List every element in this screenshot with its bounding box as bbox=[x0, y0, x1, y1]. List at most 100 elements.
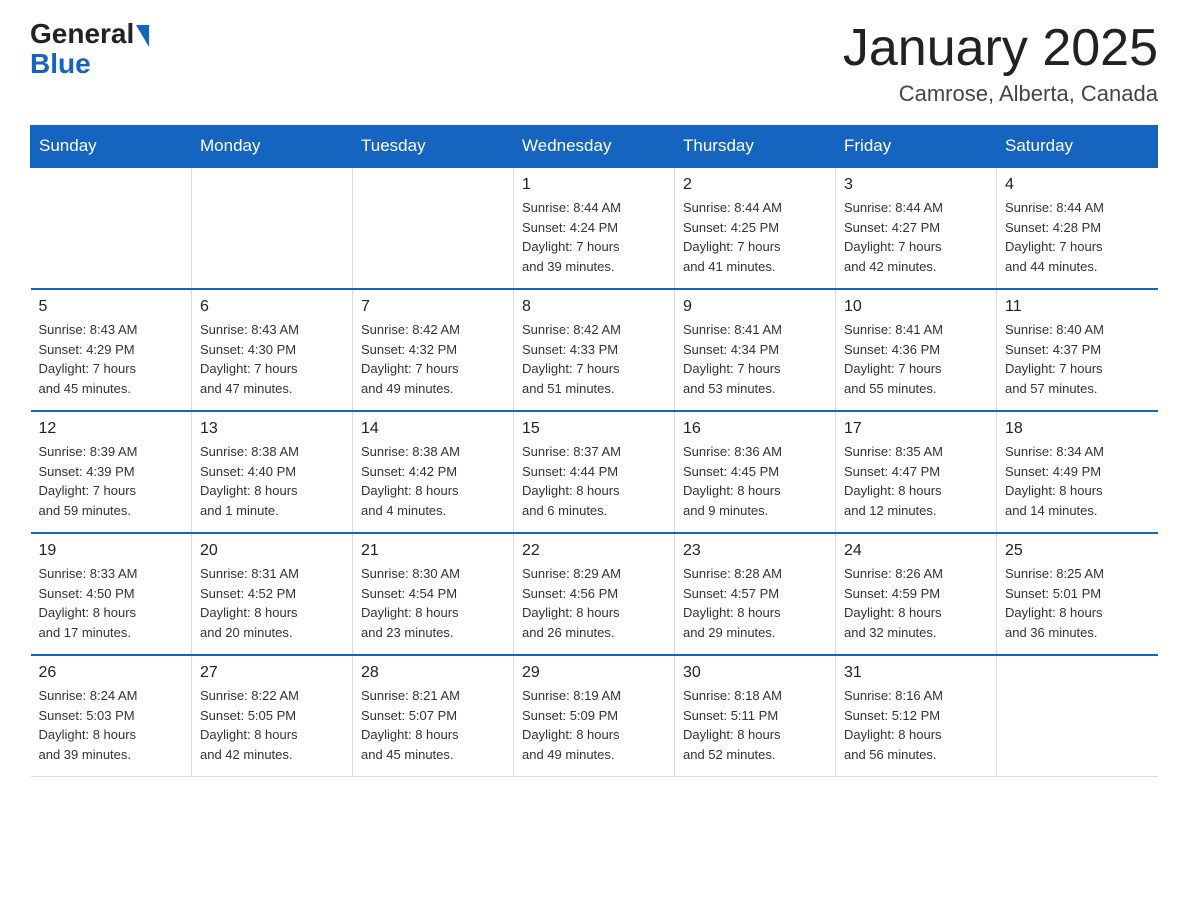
day-info: Sunrise: 8:28 AMSunset: 4:57 PMDaylight:… bbox=[683, 564, 827, 642]
day-number: 8 bbox=[522, 298, 666, 316]
day-number: 4 bbox=[1005, 176, 1150, 194]
day-number: 31 bbox=[844, 664, 988, 682]
day-number: 12 bbox=[39, 420, 184, 438]
calendar-cell: 3 Sunrise: 8:44 AMSunset: 4:27 PMDaylight… bbox=[836, 167, 997, 289]
day-info: Sunrise: 8:31 AMSunset: 4:52 PMDaylight:… bbox=[200, 564, 344, 642]
day-info: Sunrise: 8:16 AMSunset: 5:12 PMDaylight:… bbox=[844, 686, 988, 764]
day-info: Sunrise: 8:38 AMSunset: 4:40 PMDaylight:… bbox=[200, 442, 344, 520]
day-info: Sunrise: 8:41 AMSunset: 4:36 PMDaylight:… bbox=[844, 320, 988, 398]
day-info: Sunrise: 8:43 AMSunset: 4:30 PMDaylight:… bbox=[200, 320, 344, 398]
day-number: 15 bbox=[522, 420, 666, 438]
day-info: Sunrise: 8:41 AMSunset: 4:34 PMDaylight:… bbox=[683, 320, 827, 398]
calendar-cell: 23 Sunrise: 8:28 AMSunset: 4:57 PMDayligh… bbox=[675, 533, 836, 655]
calendar-week-1: 1 Sunrise: 8:44 AMSunset: 4:24 PMDaylight… bbox=[31, 167, 1158, 289]
month-title: January 2025 bbox=[843, 20, 1158, 77]
title-section: January 2025 Camrose, Alberta, Canada bbox=[843, 20, 1158, 107]
calendar-header-friday: Friday bbox=[836, 126, 997, 168]
day-info: Sunrise: 8:38 AMSunset: 4:42 PMDaylight:… bbox=[361, 442, 505, 520]
day-info: Sunrise: 8:43 AMSunset: 4:29 PMDaylight:… bbox=[39, 320, 184, 398]
calendar-cell: 9 Sunrise: 8:41 AMSunset: 4:34 PMDaylight… bbox=[675, 289, 836, 411]
day-number: 6 bbox=[200, 298, 344, 316]
day-number: 5 bbox=[39, 298, 184, 316]
day-number: 10 bbox=[844, 298, 988, 316]
calendar-header-sunday: Sunday bbox=[31, 126, 192, 168]
logo-general-text: General bbox=[30, 20, 134, 48]
day-info: Sunrise: 8:39 AMSunset: 4:39 PMDaylight:… bbox=[39, 442, 184, 520]
calendar-cell: 11 Sunrise: 8:40 AMSunset: 4:37 PMDayligh… bbox=[997, 289, 1158, 411]
day-number: 3 bbox=[844, 176, 988, 194]
day-info: Sunrise: 8:36 AMSunset: 4:45 PMDaylight:… bbox=[683, 442, 827, 520]
calendar-cell: 27Sunrise: 8:22 AMSunset: 5:05 PMDayligh… bbox=[192, 655, 353, 777]
calendar-week-5: 26 Sunrise: 8:24 AMSunset: 5:03 PMDayligh… bbox=[31, 655, 1158, 777]
calendar-cell: 25 Sunrise: 8:25 AMSunset: 5:01 PMDayligh… bbox=[997, 533, 1158, 655]
calendar-cell: 19Sunrise: 8:33 AMSunset: 4:50 PMDayligh… bbox=[31, 533, 192, 655]
day-info: Sunrise: 8:30 AMSunset: 4:54 PMDaylight:… bbox=[361, 564, 505, 642]
calendar-cell: 17 Sunrise: 8:35 AMSunset: 4:47 PMDayligh… bbox=[836, 411, 997, 533]
day-number: 28 bbox=[361, 664, 505, 682]
day-number: 26 bbox=[39, 664, 184, 682]
day-number: 27 bbox=[200, 664, 344, 682]
calendar-cell: 2 Sunrise: 8:44 AMSunset: 4:25 PMDaylight… bbox=[675, 167, 836, 289]
day-info: Sunrise: 8:42 AMSunset: 4:33 PMDaylight:… bbox=[522, 320, 666, 398]
calendar-cell: 29Sunrise: 8:19 AMSunset: 5:09 PMDayligh… bbox=[514, 655, 675, 777]
day-info: Sunrise: 8:44 AMSunset: 4:27 PMDaylight:… bbox=[844, 198, 988, 276]
calendar-header-row: SundayMondayTuesdayWednesdayThursdayFrid… bbox=[31, 126, 1158, 168]
calendar-cell: 12 Sunrise: 8:39 AMSunset: 4:39 PMDayligh… bbox=[31, 411, 192, 533]
calendar-cell: 7 Sunrise: 8:42 AMSunset: 4:32 PMDaylight… bbox=[353, 289, 514, 411]
day-number: 1 bbox=[522, 176, 666, 194]
day-info: Sunrise: 8:25 AMSunset: 5:01 PMDaylight:… bbox=[1005, 564, 1150, 642]
day-info: Sunrise: 8:34 AMSunset: 4:49 PMDaylight:… bbox=[1005, 442, 1150, 520]
day-info: Sunrise: 8:29 AMSunset: 4:56 PMDaylight:… bbox=[522, 564, 666, 642]
day-number: 9 bbox=[683, 298, 827, 316]
day-info: Sunrise: 8:44 AMSunset: 4:25 PMDaylight:… bbox=[683, 198, 827, 276]
calendar-header-wednesday: Wednesday bbox=[514, 126, 675, 168]
day-info: Sunrise: 8:33 AMSunset: 4:50 PMDaylight:… bbox=[39, 564, 184, 642]
calendar-cell bbox=[353, 167, 514, 289]
day-info: Sunrise: 8:24 AMSunset: 5:03 PMDaylight:… bbox=[39, 686, 184, 764]
day-info: Sunrise: 8:37 AMSunset: 4:44 PMDaylight:… bbox=[522, 442, 666, 520]
calendar-cell: 18 Sunrise: 8:34 AMSunset: 4:49 PMDayligh… bbox=[997, 411, 1158, 533]
calendar-cell: 10 Sunrise: 8:41 AMSunset: 4:36 PMDayligh… bbox=[836, 289, 997, 411]
calendar-cell: 15 Sunrise: 8:37 AMSunset: 4:44 PMDayligh… bbox=[514, 411, 675, 533]
calendar-cell: 22Sunrise: 8:29 AMSunset: 4:56 PMDayligh… bbox=[514, 533, 675, 655]
day-number: 25 bbox=[1005, 542, 1150, 560]
day-info: Sunrise: 8:42 AMSunset: 4:32 PMDaylight:… bbox=[361, 320, 505, 398]
day-number: 18 bbox=[1005, 420, 1150, 438]
day-number: 21 bbox=[361, 542, 505, 560]
day-info: Sunrise: 8:26 AMSunset: 4:59 PMDaylight:… bbox=[844, 564, 988, 642]
logo: General Blue bbox=[30, 20, 151, 80]
day-number: 13 bbox=[200, 420, 344, 438]
calendar-cell: 20Sunrise: 8:31 AMSunset: 4:52 PMDayligh… bbox=[192, 533, 353, 655]
day-number: 30 bbox=[683, 664, 827, 682]
calendar-cell: 4 Sunrise: 8:44 AMSunset: 4:28 PMDaylight… bbox=[997, 167, 1158, 289]
day-number: 2 bbox=[683, 176, 827, 194]
day-number: 23 bbox=[683, 542, 827, 560]
day-number: 17 bbox=[844, 420, 988, 438]
location-text: Camrose, Alberta, Canada bbox=[843, 81, 1158, 107]
logo-blue-text: Blue bbox=[30, 48, 91, 79]
calendar-cell: 13 Sunrise: 8:38 AMSunset: 4:40 PMDayligh… bbox=[192, 411, 353, 533]
day-number: 7 bbox=[361, 298, 505, 316]
calendar-cell: 14 Sunrise: 8:38 AMSunset: 4:42 PMDayligh… bbox=[353, 411, 514, 533]
calendar-week-4: 19Sunrise: 8:33 AMSunset: 4:50 PMDayligh… bbox=[31, 533, 1158, 655]
day-info: Sunrise: 8:44 AMSunset: 4:24 PMDaylight:… bbox=[522, 198, 666, 276]
calendar-cell: 5 Sunrise: 8:43 AMSunset: 4:29 PMDaylight… bbox=[31, 289, 192, 411]
day-info: Sunrise: 8:44 AMSunset: 4:28 PMDaylight:… bbox=[1005, 198, 1150, 276]
calendar-table: SundayMondayTuesdayWednesdayThursdayFrid… bbox=[30, 125, 1158, 777]
calendar-header-monday: Monday bbox=[192, 126, 353, 168]
day-info: Sunrise: 8:19 AMSunset: 5:09 PMDaylight:… bbox=[522, 686, 666, 764]
day-info: Sunrise: 8:35 AMSunset: 4:47 PMDaylight:… bbox=[844, 442, 988, 520]
calendar-header-saturday: Saturday bbox=[997, 126, 1158, 168]
calendar-cell: 30Sunrise: 8:18 AMSunset: 5:11 PMDayligh… bbox=[675, 655, 836, 777]
calendar-cell: 26 Sunrise: 8:24 AMSunset: 5:03 PMDayligh… bbox=[31, 655, 192, 777]
calendar-week-3: 12 Sunrise: 8:39 AMSunset: 4:39 PMDayligh… bbox=[31, 411, 1158, 533]
calendar-week-2: 5 Sunrise: 8:43 AMSunset: 4:29 PMDaylight… bbox=[31, 289, 1158, 411]
calendar-cell: 24Sunrise: 8:26 AMSunset: 4:59 PMDayligh… bbox=[836, 533, 997, 655]
day-number: 11 bbox=[1005, 298, 1150, 316]
day-number: 14 bbox=[361, 420, 505, 438]
calendar-cell: 16Sunrise: 8:36 AMSunset: 4:45 PMDayligh… bbox=[675, 411, 836, 533]
calendar-cell: 21 Sunrise: 8:30 AMSunset: 4:54 PMDayligh… bbox=[353, 533, 514, 655]
calendar-cell bbox=[192, 167, 353, 289]
day-info: Sunrise: 8:40 AMSunset: 4:37 PMDaylight:… bbox=[1005, 320, 1150, 398]
calendar-cell bbox=[997, 655, 1158, 777]
